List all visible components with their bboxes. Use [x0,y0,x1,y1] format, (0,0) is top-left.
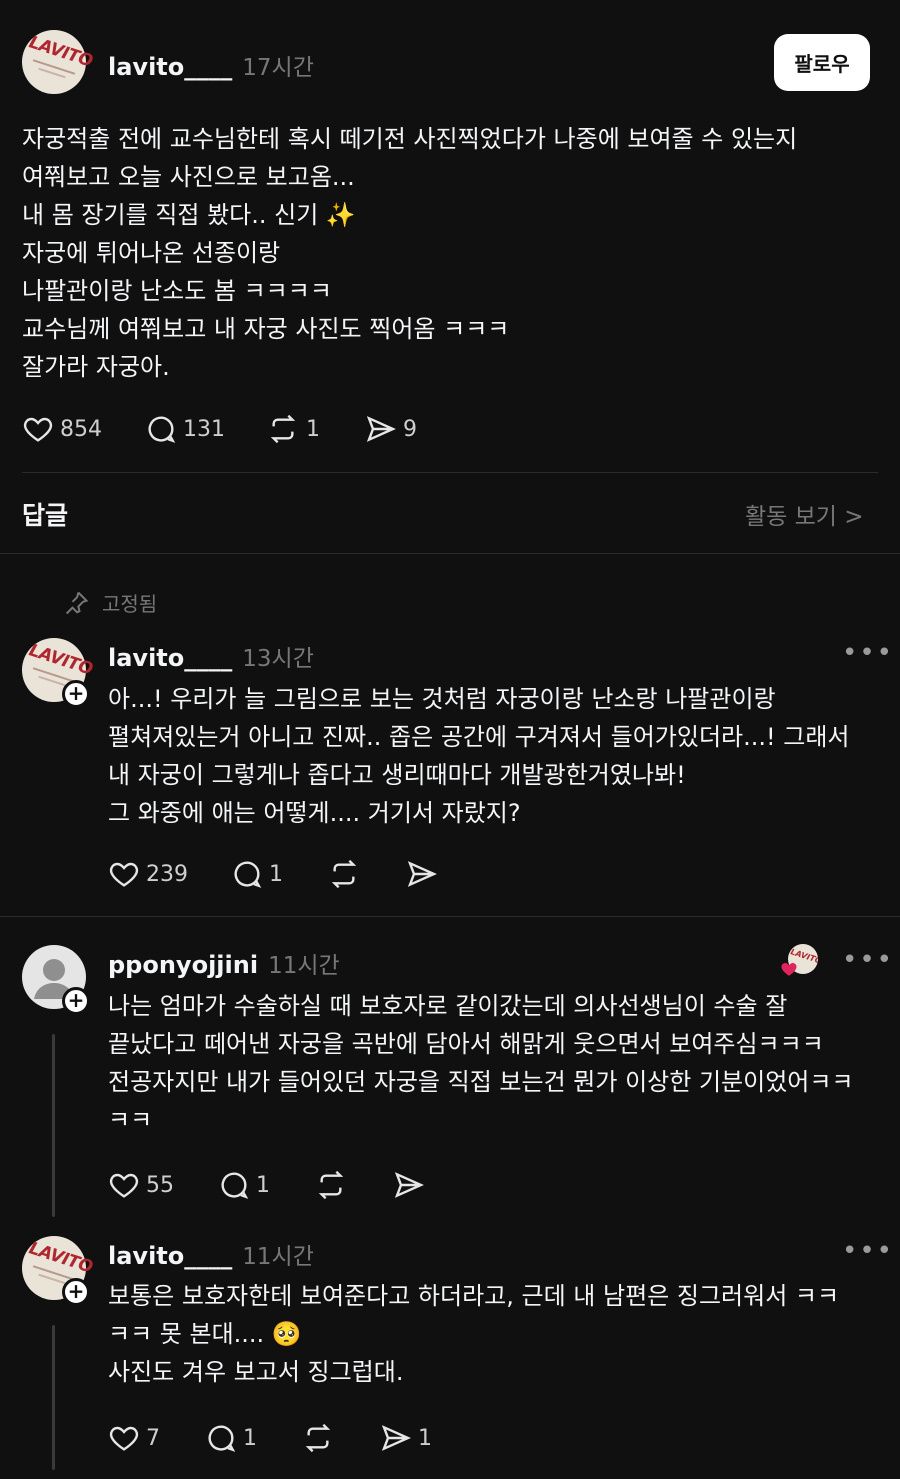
like-count: 7 [146,1425,160,1451]
comment-icon [148,416,176,443]
share-count: 9 [403,416,417,442]
like-button[interactable]: 55 [108,1169,174,1201]
comment-count: 1 [269,861,283,887]
reply-username[interactable]: pponyojjini [108,951,258,979]
like-button[interactable]: 239 [108,858,188,890]
comment-button[interactable]: 1 [218,1169,270,1201]
repost-icon [305,1423,331,1453]
reply-time: 13시간 [242,646,314,672]
send-icon [407,861,437,887]
avatar-logo: LAVITO [26,32,95,72]
repost-button[interactable] [314,1169,354,1201]
pinned-label: 고정됨 [102,592,158,616]
share-button[interactable]: 1 [380,1422,432,1454]
divider [0,916,900,917]
follow-plus-icon[interactable]: + [62,1278,90,1306]
thread-line [52,1034,55,1217]
post-username[interactable]: lavito____ [108,53,232,81]
repost-button[interactable] [301,1422,341,1454]
avatar-logo: LAVITO [26,1238,95,1278]
post-body: 자궁적출 전에 교수님한테 혹시 떼기전 사진찍었다가 나중에 보여줄 수 있는… [22,125,798,381]
activity-link[interactable]: 활동 보기 > [745,497,864,531]
follow-plus-icon[interactable]: + [62,987,90,1015]
comment-icon [234,861,262,888]
comment-button[interactable]: 1 [231,858,283,890]
thread-line [52,1325,55,1470]
more-options-icon[interactable]: ••• [842,638,894,668]
comment-icon [221,1172,249,1199]
comment-count: 1 [256,1172,270,1198]
share-button[interactable] [393,1169,431,1201]
author-liked-indicator: LAVITO [781,944,818,980]
heart-icon [109,862,139,887]
reply-avatar[interactable]: LAVITO + [22,1236,95,1306]
comment-button[interactable]: 131 [145,413,225,445]
comment-icon [208,1425,236,1452]
like-count: 239 [146,861,188,887]
divider [22,472,878,473]
like-count: 854 [60,416,102,442]
heart-icon [23,417,53,442]
follow-button[interactable]: 팔로우 [774,34,870,91]
repost-icon [270,414,296,444]
repost-count: 1 [306,416,320,442]
like-count: 55 [146,1172,174,1198]
share-button[interactable]: 9 [365,413,417,445]
share-button[interactable] [406,858,444,890]
heart-icon [781,963,797,976]
pin-icon [65,591,89,614]
heart-icon [109,1173,139,1198]
comment-count: 131 [183,416,225,442]
divider [0,553,900,554]
reply-avatar[interactable]: + [22,945,90,1015]
heart-icon [109,1426,139,1451]
pinned-indicator: 고정됨 [62,588,157,617]
reply-body: 보통은 보호자한테 보여준다고 하더라고, 근데 내 남편은 징그러워서 ㅋㅋ … [108,1282,840,1386]
comment-button[interactable]: 1 [205,1422,257,1454]
reply-time: 11시간 [242,1244,314,1270]
like-button[interactable]: 854 [22,413,102,445]
send-icon [366,416,396,442]
reply-body: 아...! 우리가 늘 그림으로 보는 것처럼 자궁이랑 난소랑 나팔관이랑 펼… [108,685,850,827]
repost-button[interactable]: 1 [266,413,320,445]
reply-time: 11시간 [268,953,340,979]
replies-title: 답글 [22,501,69,530]
share-count: 1 [418,1425,432,1451]
author-avatar[interactable]: LAVITO [22,30,95,94]
follow-plus-icon[interactable]: + [62,680,90,708]
post-time: 17시간 [242,55,314,81]
repost-icon [318,1170,344,1200]
reply-body: 나는 엄마가 수술하실 때 보호자로 같이갔는데 의사선생님이 수술 잘 끝났다… [108,992,854,1134]
comment-count: 1 [243,1425,257,1451]
send-icon [394,1172,424,1198]
like-button[interactable]: 7 [108,1422,160,1454]
more-options-icon[interactable]: ••• [842,945,894,975]
more-options-icon[interactable]: ••• [842,1236,894,1266]
repost-icon [331,859,357,889]
reply-username[interactable]: lavito____ [108,644,232,672]
reply-username[interactable]: lavito____ [108,1242,232,1270]
avatar-logo: LAVITO [26,640,95,680]
reply-avatar[interactable]: LAVITO + [22,638,95,708]
repost-button[interactable] [327,858,367,890]
send-icon [381,1425,411,1451]
